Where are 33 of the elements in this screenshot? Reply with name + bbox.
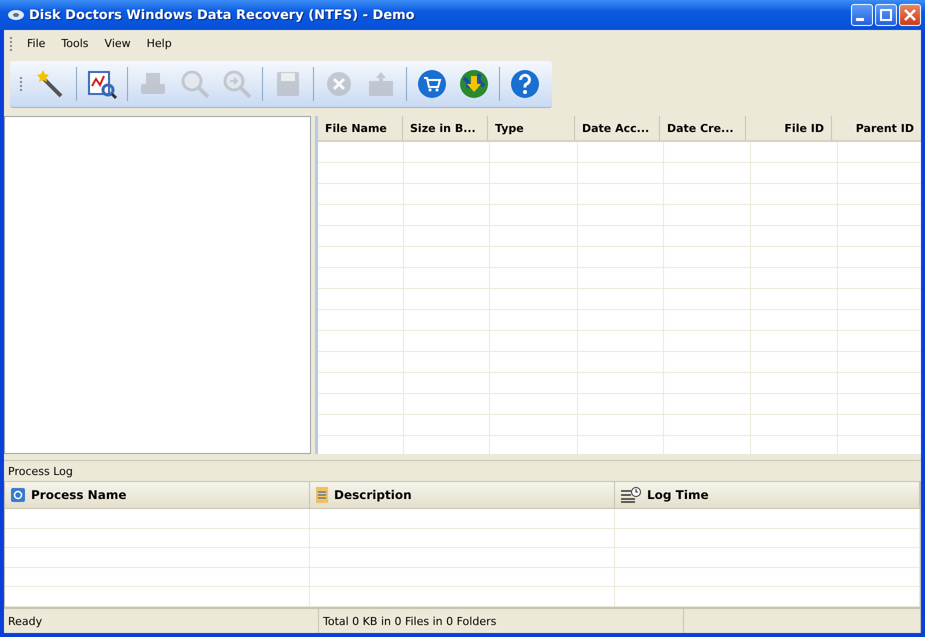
log-clock-icon (621, 487, 641, 504)
close-button[interactable] (899, 4, 921, 26)
chart-search-icon (86, 68, 118, 100)
close-icon (904, 9, 916, 21)
column-header[interactable]: Description (310, 482, 615, 508)
column-header[interactable]: Size in B... (403, 116, 488, 140)
minimize-icon (856, 18, 864, 20)
column-header[interactable]: Type (488, 116, 575, 140)
column-header[interactable]: Process Name (5, 482, 310, 508)
status-text: Total 0 KB in 0 Files in 0 Folders (319, 609, 684, 633)
minimize-button[interactable] (851, 4, 873, 26)
maximize-button[interactable] (875, 4, 897, 26)
column-header[interactable]: File ID (746, 116, 832, 140)
globe-download-icon (458, 68, 490, 100)
process-icon (11, 488, 25, 502)
menu-item[interactable]: File (20, 35, 52, 52)
column-header[interactable]: Date Cre... (660, 116, 746, 140)
column-header[interactable]: File Name (318, 116, 403, 140)
shopping-cart-icon (416, 68, 448, 100)
document-icon (316, 487, 328, 504)
menu-item[interactable]: View (98, 35, 138, 52)
status-text: Ready (4, 609, 319, 633)
window-title: Disk Doctors Windows Data Recovery (NTFS) - Demo (29, 8, 415, 22)
column-header[interactable]: Log Time (615, 482, 920, 508)
column-header[interactable]: Parent ID (832, 116, 921, 140)
column-header[interactable]: Date Acc... (575, 116, 660, 140)
search-next-icon (221, 68, 253, 100)
app-logo-icon (8, 9, 24, 21)
menu-item[interactable]: Tools (54, 35, 96, 52)
search-icon (179, 68, 211, 100)
menu-item[interactable]: Help (140, 35, 179, 52)
maximize-icon (880, 9, 892, 21)
help-icon (509, 68, 541, 100)
